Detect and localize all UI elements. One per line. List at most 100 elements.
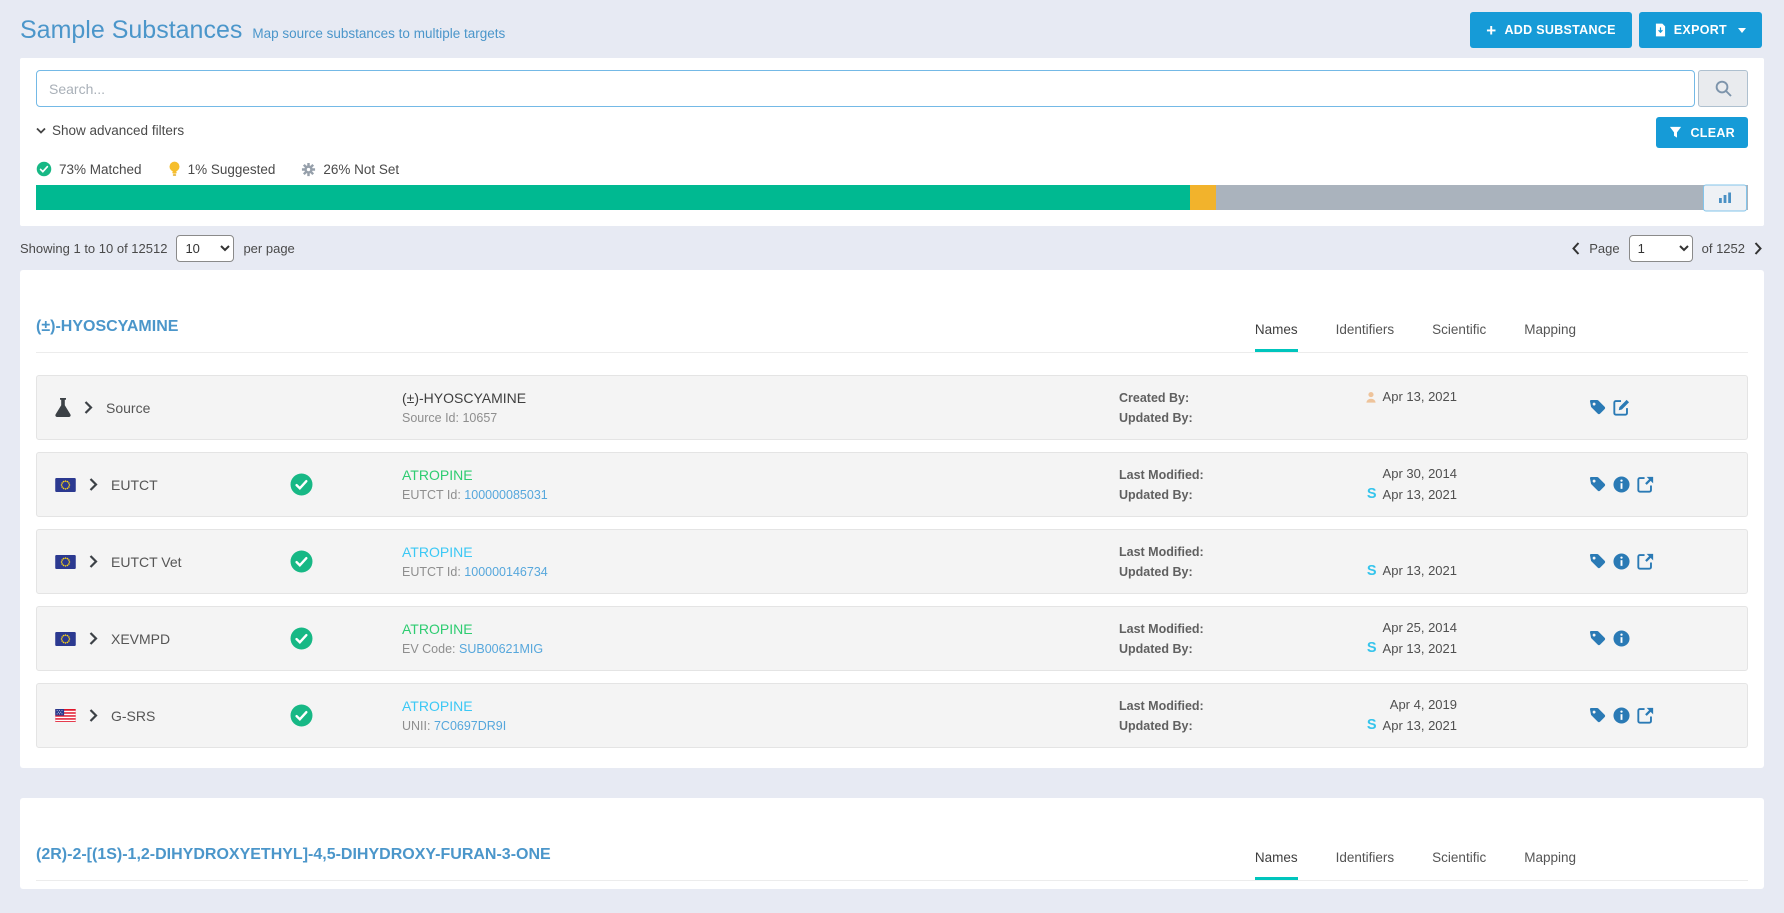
meta-label-1: Last Modified:: [1119, 696, 1267, 716]
advanced-filters-toggle[interactable]: Show advanced filters: [36, 117, 184, 138]
tab-names[interactable]: Names: [1255, 850, 1298, 880]
page-subtitle: Map source substances to multiple target…: [252, 26, 505, 41]
info-icon[interactable]: [1613, 476, 1630, 493]
source-system-label: EUTCT Vet: [111, 554, 182, 570]
substance-name-link[interactable]: ATROPINE: [402, 467, 1119, 483]
identifier-label: EUTCT Id:: [402, 488, 461, 502]
source-system-label: G-SRS: [111, 708, 155, 724]
identifier-link[interactable]: 100000146734: [464, 565, 547, 579]
external-link-icon[interactable]: [1637, 553, 1654, 570]
meta-label-2: Updated By:: [1119, 716, 1267, 736]
names-column: ATROPINE EV Code: SUB00621MIG: [402, 621, 1119, 656]
row-actions: [1589, 707, 1729, 724]
date-value-1: Apr 30, 2014: [1383, 464, 1457, 484]
meta-label-1: Last Modified:: [1119, 542, 1267, 562]
meta-label-2: Updated By:: [1119, 639, 1267, 659]
chevron-right-icon[interactable]: [89, 632, 98, 645]
gear-icon: [301, 162, 316, 177]
tab-scientific[interactable]: Scientific: [1432, 850, 1486, 880]
tab-identifiers[interactable]: Identifiers: [1336, 322, 1395, 352]
identifier-link[interactable]: SUB00621MIG: [459, 642, 543, 656]
chevron-right-icon[interactable]: [84, 401, 93, 414]
tab-mapping[interactable]: Mapping: [1524, 850, 1576, 880]
matched-check-icon: [290, 627, 313, 650]
tab-mapping[interactable]: Mapping: [1524, 322, 1576, 352]
meta-labels-column: Last Modified: Updated By:: [1119, 465, 1267, 505]
user-icon: [1365, 391, 1377, 404]
stat-suggested: 1% Suggested: [168, 161, 276, 177]
top-bar: Sample Substances Map source substances …: [0, 0, 1784, 58]
card-header: (2R)-2-[(1S)-1,2-DIHYDROXYETHYL]-4,5-DIH…: [36, 798, 1748, 881]
tab-names[interactable]: Names: [1255, 322, 1298, 352]
identifier-label: EV Code:: [402, 642, 456, 656]
s-logo-icon: S: [1367, 718, 1377, 733]
eu-flag-icon: [55, 632, 76, 646]
substance-card-furanone: (2R)-2-[(1S)-1,2-DIHYDROXYETHYL]-4,5-DIH…: [20, 798, 1764, 889]
pagination-left: Showing 1 to 10 of 12512 10 per page: [20, 235, 295, 262]
meta-labels-column: Last Modified: Updated By:: [1119, 619, 1267, 659]
info-icon[interactable]: [1613, 553, 1630, 570]
date-line-2: S Apr 13, 2021: [1267, 716, 1457, 736]
chevron-right-icon[interactable]: [89, 478, 98, 491]
topbar-buttons: + ADD SUBSTANCE EXPORT: [1470, 12, 1762, 48]
chevron-right-icon[interactable]: [89, 709, 98, 722]
chart-toggle-button[interactable]: [1703, 184, 1747, 211]
table-row-source: Source (±)-HYOSCYAMINE Source Id: 10657 …: [36, 375, 1748, 440]
eu-flag-icon: [55, 555, 76, 569]
tag-icon[interactable]: [1589, 707, 1606, 724]
info-icon[interactable]: [1613, 630, 1630, 647]
check-circle-icon: [36, 161, 52, 177]
page-select[interactable]: 1: [1629, 235, 1693, 262]
edit-icon[interactable]: [1613, 399, 1630, 416]
substance-name-link[interactable]: ATROPINE: [402, 698, 1119, 714]
date-line-1: Apr 4, 2019: [1267, 695, 1457, 715]
substance-name-link[interactable]: ATROPINE: [402, 621, 1119, 637]
info-icon[interactable]: [1613, 707, 1630, 724]
meta-dates-column: Apr 13, 2021: [1267, 387, 1457, 427]
add-substance-button[interactable]: + ADD SUBSTANCE: [1470, 12, 1632, 48]
date-line-2: S Apr 13, 2021: [1267, 485, 1457, 505]
progress-segment-matched: [36, 185, 1190, 210]
identifier-link[interactable]: 100000085031: [464, 488, 547, 502]
search-input[interactable]: [36, 70, 1695, 107]
per-page-select[interactable]: 10: [176, 235, 234, 262]
bar-chart-icon: [1718, 192, 1732, 204]
tag-icon[interactable]: [1589, 476, 1606, 493]
search-icon: [1714, 79, 1733, 98]
row-actions: [1589, 630, 1729, 647]
identifier-label: UNII:: [402, 719, 430, 733]
table-row-gsrs: G-SRS ATROPINE UNII: 7C0697DR9I Last Mod…: [36, 683, 1748, 748]
date-line-1: Apr 30, 2014: [1267, 464, 1457, 484]
table-row-xevmpd: XEVMPD ATROPINE EV Code: SUB00621MIG Las…: [36, 606, 1748, 671]
meta-dates-column: Apr 30, 2014 S Apr 13, 2021: [1267, 464, 1457, 504]
matched-check-icon: [290, 473, 313, 496]
export-button[interactable]: EXPORT: [1639, 12, 1762, 48]
tag-icon[interactable]: [1589, 553, 1606, 570]
row-actions: [1589, 553, 1729, 570]
table-row-eutct-vet: EUTCT Vet ATROPINE EUTCT Id: 10000014673…: [36, 529, 1748, 594]
tab-scientific[interactable]: Scientific: [1432, 322, 1486, 352]
match-status-column: [290, 550, 402, 573]
search-button[interactable]: [1698, 70, 1748, 107]
tag-icon[interactable]: [1589, 630, 1606, 647]
identifier-line: EUTCT Id: 100000085031: [402, 488, 1119, 502]
tab-identifiers[interactable]: Identifiers: [1336, 850, 1395, 880]
identifier-link[interactable]: 7C0697DR9I: [434, 719, 506, 733]
match-stats-row: 73% Matched 1% Suggested 26% Not Set: [36, 161, 1748, 177]
funnel-icon: [1669, 126, 1682, 139]
external-link-icon[interactable]: [1637, 476, 1654, 493]
stat-matched-label: 73% Matched: [59, 162, 142, 177]
mapping-rows: Source (±)-HYOSCYAMINE Source Id: 10657 …: [36, 353, 1748, 748]
caret-down-icon: [1738, 28, 1746, 33]
plus-icon: +: [1486, 22, 1496, 39]
previous-page-button[interactable]: [1572, 242, 1580, 255]
identifier-value: 10657: [462, 411, 497, 425]
substance-name-link[interactable]: ATROPINE: [402, 544, 1119, 560]
next-page-button[interactable]: [1754, 242, 1762, 255]
chevron-right-icon[interactable]: [89, 555, 98, 568]
tag-icon[interactable]: [1589, 399, 1606, 416]
identifier-line: Source Id: 10657: [402, 411, 1119, 425]
clear-button[interactable]: CLEAR: [1656, 117, 1748, 148]
external-link-icon[interactable]: [1637, 707, 1654, 724]
title-group: Sample Substances Map source substances …: [20, 16, 505, 45]
